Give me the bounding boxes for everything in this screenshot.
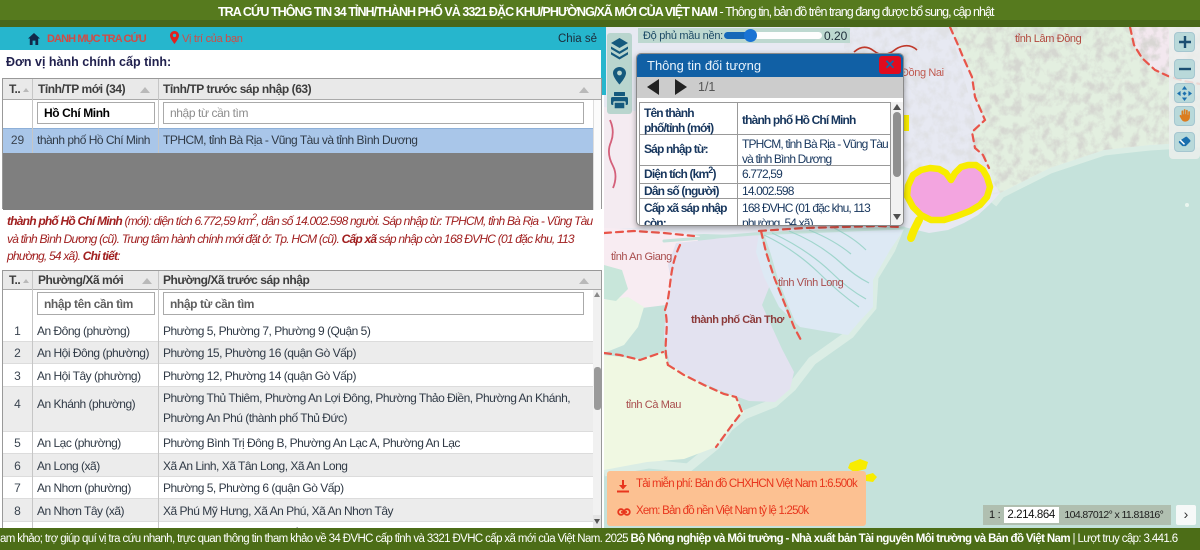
- svg-text:tỉnh An Giang: tỉnh An Giang: [611, 251, 672, 263]
- svg-text:thành phố Cần Thơ: thành phố Cần Thơ: [691, 314, 784, 326]
- svg-text:tỉnh Lâm Đồng: tỉnh Lâm Đồng: [1015, 33, 1082, 45]
- svg-text:tỉnh Vĩnh Long: tỉnh Vĩnh Long: [778, 277, 844, 289]
- svg-text:tỉnh Cà Mau: tỉnh Cà Mau: [626, 399, 681, 411]
- svg-text:Đồng Nai: Đồng Nai: [901, 67, 944, 79]
